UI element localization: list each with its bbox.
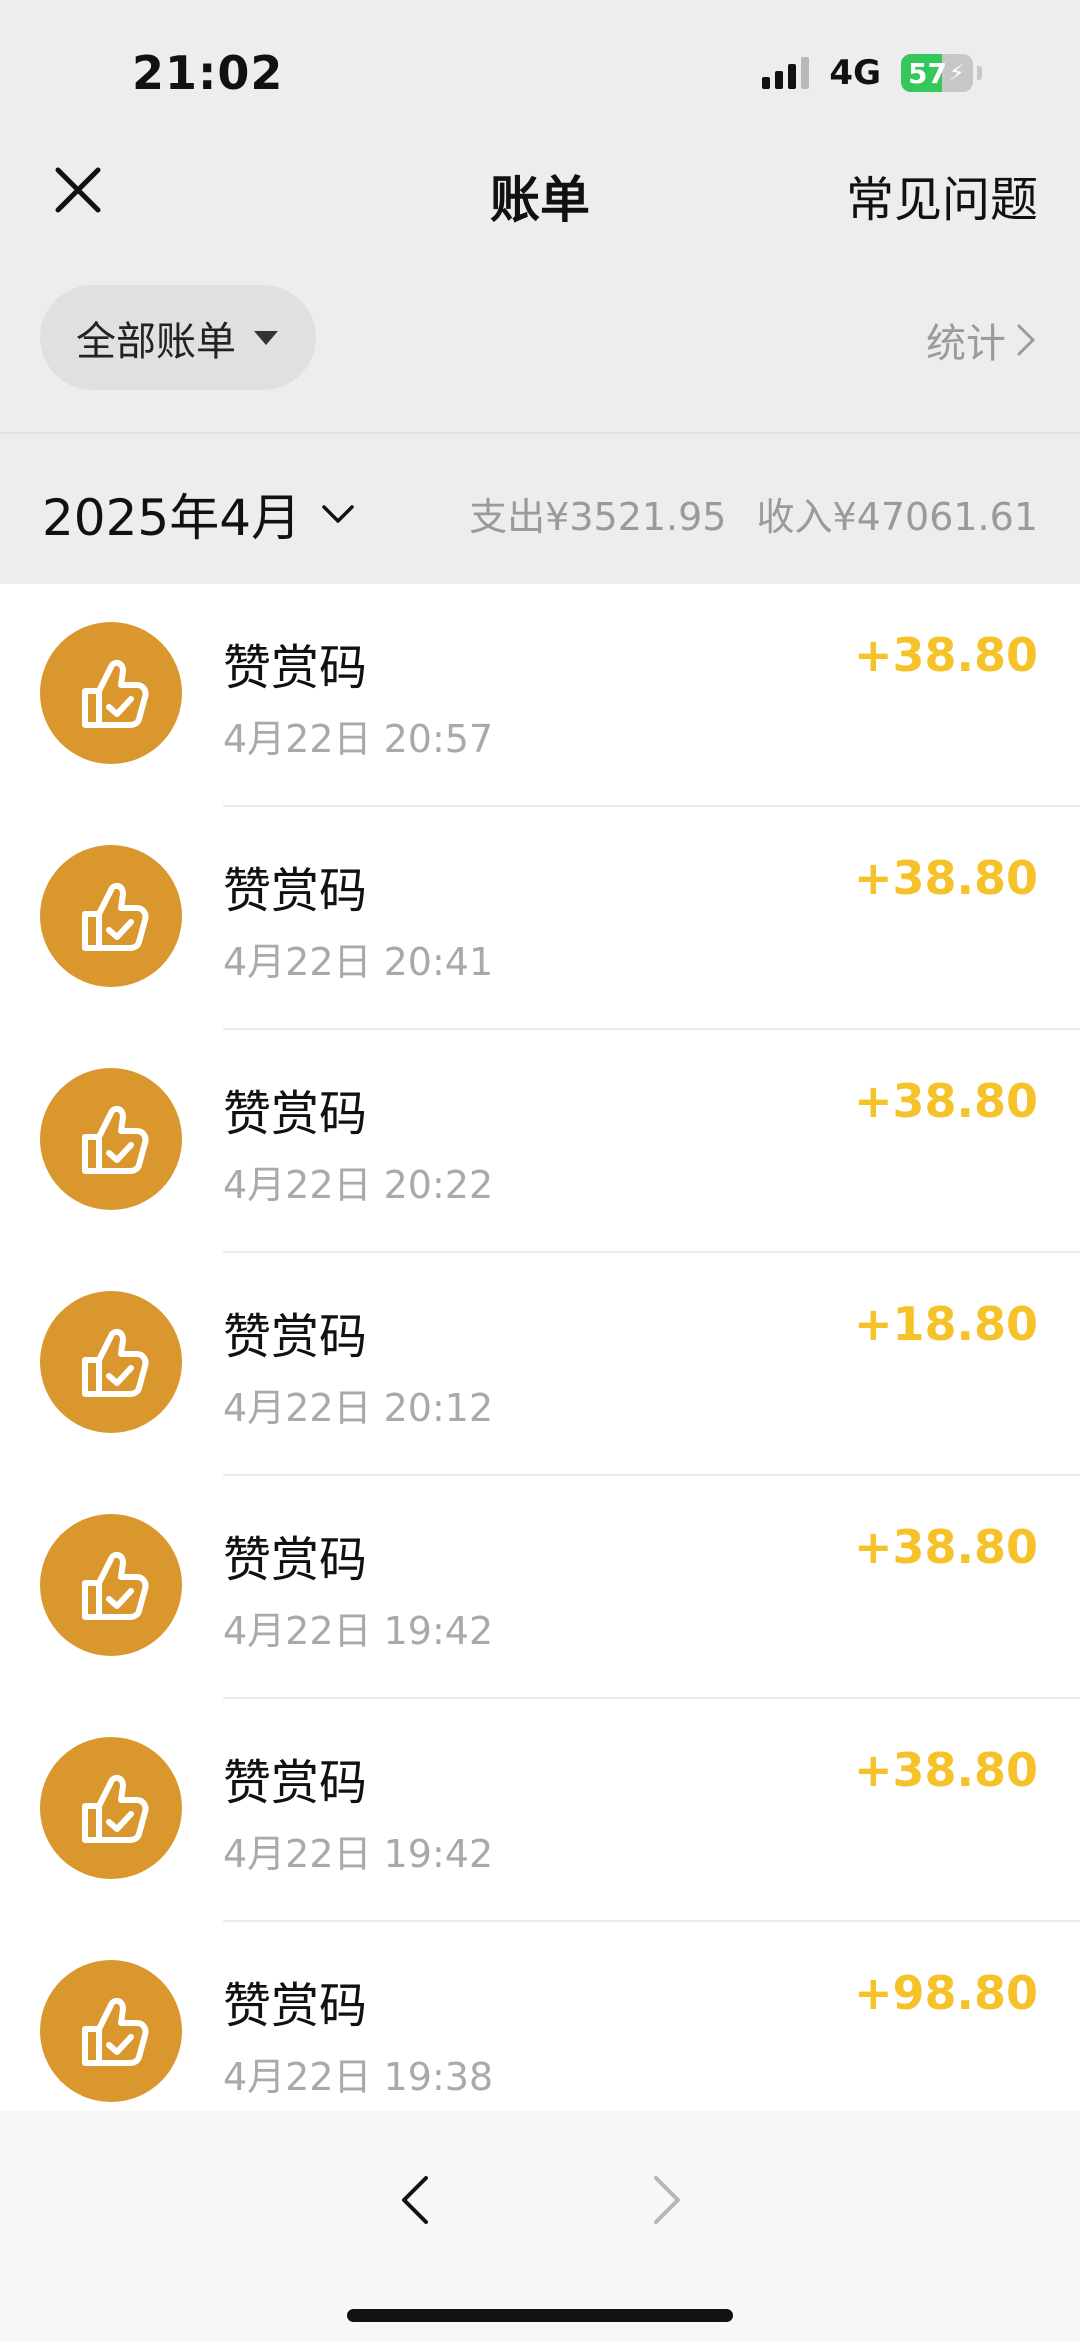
chevron-right-icon <box>1017 324 1035 356</box>
transaction-title: 赞赏码 <box>223 1532 368 1588</box>
transaction-amount: +38.80 <box>853 851 1038 905</box>
bill-filter-label: 全部账单 <box>76 318 236 365</box>
transaction-avatar <box>40 1960 182 2102</box>
charging-bolt-icon: ⚡ <box>948 60 965 86</box>
transaction-amount: +38.80 <box>853 628 1038 682</box>
transaction-avatar <box>40 1068 182 1210</box>
transaction-title: 赞赏码 <box>223 863 368 919</box>
month-expense: 支出¥3521.95 <box>469 495 727 539</box>
statistics-label: 统计 <box>926 321 1006 367</box>
transaction-avatar <box>40 845 182 987</box>
transaction-time: 4月22日 19:42 <box>223 1609 494 1653</box>
transaction-time: 4月22日 20:22 <box>223 1163 494 1207</box>
statistics-link[interactable]: 统计 <box>926 311 1036 369</box>
status-indicators: 4G 57 ⚡ <box>762 52 982 94</box>
transaction-amount: +18.80 <box>853 1297 1038 1351</box>
transaction-amount: +38.80 <box>853 1743 1038 1797</box>
cellular-signal-icon <box>762 57 810 89</box>
transaction-row[interactable]: 赞赏码 4月22日 20:57 +38.80 <box>0 584 1080 807</box>
chevron-down-icon <box>322 505 354 523</box>
thumbs-up-check-icon <box>82 659 149 728</box>
transaction-title: 赞赏码 <box>223 1755 368 1811</box>
forward-button[interactable] <box>632 2155 702 2245</box>
transaction-title: 赞赏码 <box>223 1309 368 1365</box>
chevron-left-icon <box>402 2176 428 2224</box>
transaction-row[interactable]: 赞赏码 4月22日 20:12 +18.80 <box>0 1253 1080 1476</box>
transaction-list: 赞赏码 4月22日 20:57 +38.80 赞赏码 4月22日 20:41 +38.80… <box>0 584 1080 2111</box>
battery-icon: 57 ⚡ <box>901 54 973 92</box>
transaction-row[interactable]: 赞赏码 4月22日 19:42 +38.80 <box>0 1699 1080 1922</box>
month-label: 2025年4月 <box>42 489 302 547</box>
battery-cap <box>977 66 982 80</box>
bill-filter-dropdown[interactable]: 全部账单 <box>40 285 316 390</box>
month-header: 2025年4月 支出¥3521.95 收入¥47061.61 <box>0 434 1080 584</box>
thumbs-up-check-icon <box>82 882 149 951</box>
transaction-time: 4月22日 20:12 <box>223 1386 494 1430</box>
transaction-avatar <box>40 1514 182 1656</box>
thumbs-up-check-icon <box>82 1774 149 1843</box>
transaction-title: 赞赏码 <box>223 1978 368 2034</box>
transaction-amount: +38.80 <box>853 1520 1038 1574</box>
status-time: 21:02 <box>132 46 284 100</box>
network-type: 4G <box>829 53 881 93</box>
chevron-right-icon <box>654 2176 680 2224</box>
transaction-time: 4月22日 19:38 <box>223 2055 494 2099</box>
faq-link[interactable]: 常见问题 <box>846 160 1038 230</box>
transaction-avatar <box>40 622 182 764</box>
thumbs-up-check-icon <box>82 1328 149 1397</box>
transaction-row[interactable]: 赞赏码 4月22日 20:41 +38.80 <box>0 807 1080 1030</box>
bill-screen: 21:02 4G 57 ⚡ 账单 常见问题 全部账单 统计 2025年4月 支出… <box>0 0 1080 2341</box>
transaction-title: 赞赏码 <box>223 640 368 696</box>
transaction-row[interactable]: 赞赏码 4月22日 19:38 +98.80 <box>0 1922 1080 2111</box>
transaction-time: 4月22日 19:42 <box>223 1832 494 1876</box>
thumbs-up-check-icon <box>82 1551 149 1620</box>
filter-row: 全部账单 统计 <box>0 285 1080 390</box>
transaction-title: 赞赏码 <box>223 1086 368 1142</box>
transaction-avatar <box>40 1291 182 1433</box>
transaction-amount: +38.80 <box>853 1074 1038 1128</box>
status-bar: 21:02 4G 57 ⚡ <box>0 0 1080 130</box>
transaction-avatar <box>40 1737 182 1879</box>
battery-level-text: 57 <box>908 56 947 90</box>
transaction-amount: +98.80 <box>853 1966 1038 2020</box>
back-button[interactable] <box>380 2155 450 2245</box>
nav-bar: 账单 常见问题 <box>0 130 1080 250</box>
thumbs-up-check-icon <box>82 1105 149 1174</box>
caret-down-icon <box>254 330 278 345</box>
month-summary: 支出¥3521.95 收入¥47061.61 <box>469 486 1038 541</box>
thumbs-up-check-icon <box>82 1997 149 2066</box>
home-indicator <box>347 2309 733 2322</box>
transaction-row[interactable]: 赞赏码 4月22日 19:42 +38.80 <box>0 1476 1080 1699</box>
bottom-toolbar <box>0 2111 1080 2341</box>
month-income: 收入¥47061.61 <box>756 495 1039 539</box>
month-selector[interactable]: 2025年4月 <box>42 478 355 550</box>
transaction-row[interactable]: 赞赏码 4月22日 20:22 +38.80 <box>0 1030 1080 1253</box>
transaction-time: 4月22日 20:57 <box>223 717 494 761</box>
transaction-time: 4月22日 20:41 <box>223 940 494 984</box>
